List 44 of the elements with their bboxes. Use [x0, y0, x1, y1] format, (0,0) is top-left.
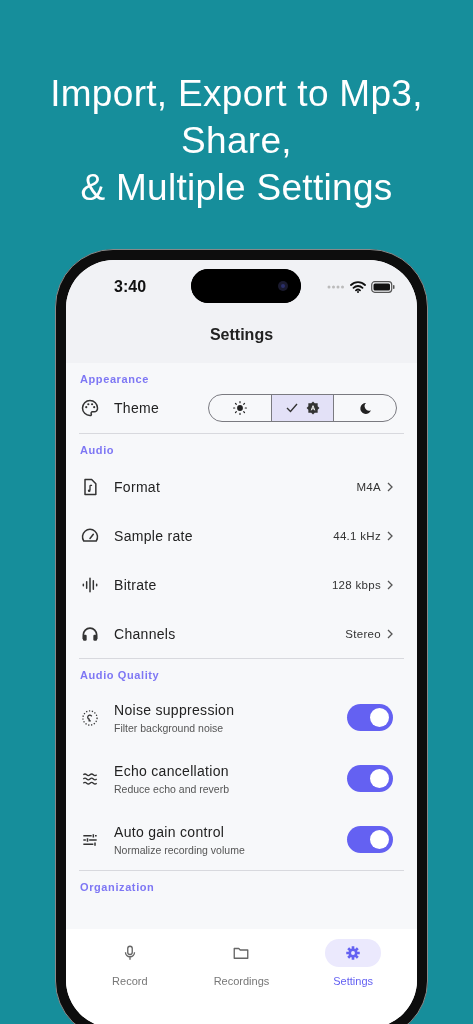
chevron-right-icon [386, 628, 394, 639]
headline: Import, Export to Mp3, [49, 72, 424, 116]
moon-icon [358, 401, 372, 415]
sun-icon [232, 401, 247, 415]
nav-tab[interactable]: Settings [308, 939, 399, 989]
setting-value[interactable]: 44.1 kHz [333, 529, 394, 542]
theme-option[interactable] [270, 395, 334, 421]
section-heading: Audio Quality [80, 669, 160, 681]
setting-label: Echo cancellation [114, 762, 230, 779]
wifi-icon [350, 281, 366, 293]
palette-icon [80, 398, 100, 418]
status-time: 3:40 [114, 278, 148, 296]
section-heading: Appearance [80, 373, 149, 385]
headline: & Multiple Settings [79, 166, 394, 210]
section-heading: Audio [80, 444, 115, 456]
setting-value[interactable]: Stereo [345, 627, 394, 640]
toggle-switch[interactable] [347, 704, 393, 731]
auto-brightness-icon [305, 401, 320, 415]
setting-value[interactable]: 128 kbps [331, 578, 394, 591]
screen-title: Settings [209, 326, 274, 343]
setting-description: Filter background noise [114, 721, 225, 734]
chevron-right-icon [386, 530, 394, 541]
setting-label: Auto gain control [114, 823, 226, 840]
setting-label: Format [114, 478, 161, 495]
section-heading: Organization [80, 881, 155, 893]
nav-tab[interactable]: Recordings [196, 939, 287, 989]
toggle-switch[interactable] [347, 826, 393, 853]
signal-icon [327, 285, 345, 289]
headline: Share, [180, 119, 293, 163]
setting-label: Sample rate [114, 527, 193, 544]
chevron-right-icon [386, 481, 394, 492]
settings-icon [344, 944, 363, 962]
check-icon [285, 403, 298, 413]
setting-description: Normalize recording volume [114, 843, 246, 856]
setting-label: Bitrate [114, 576, 157, 593]
setting-value[interactable]: M4A [356, 480, 394, 493]
battery-icon [371, 281, 395, 293]
nav-tab[interactable]: Record [84, 939, 175, 989]
toggle-switch[interactable] [347, 765, 393, 792]
setting-description: Reduce echo and reverb [114, 782, 230, 795]
setting-label: Theme [114, 400, 160, 416]
chevron-right-icon [386, 579, 394, 590]
setting-label: Channels [114, 625, 176, 642]
setting-label: Noise suppression [114, 701, 236, 718]
